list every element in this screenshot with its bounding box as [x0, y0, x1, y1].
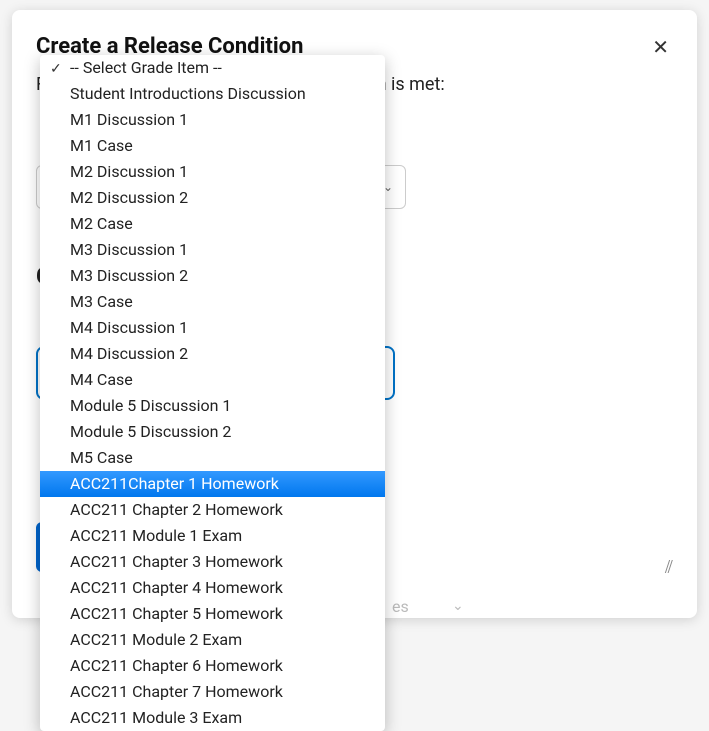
- dropdown-item-label: Module 5 Discussion 1: [70, 396, 231, 415]
- dropdown-item[interactable]: M4 Case: [40, 367, 385, 393]
- dropdown-item-label: M2 Discussion 1: [70, 162, 188, 181]
- dropdown-item-label: M5 Case: [70, 448, 133, 467]
- dropdown-item[interactable]: ACC211Chapter 1 Homework: [40, 471, 385, 497]
- dropdown-item[interactable]: M5 Case: [40, 445, 385, 471]
- grade-item-dropdown-list[interactable]: ✓ -- Select Grade Item -- Student Introd…: [40, 55, 385, 731]
- dropdown-item-label: ACC211 Chapter 3 Homework: [70, 552, 283, 571]
- dropdown-item-label: M4 Discussion 1: [70, 318, 188, 337]
- dropdown-item-label: M1 Discussion 1: [70, 110, 188, 129]
- dropdown-item-label: M2 Discussion 2: [70, 188, 188, 207]
- dropdown-item-label: M1 Case: [70, 136, 133, 155]
- close-icon: ✕: [652, 37, 669, 59]
- dropdown-item[interactable]: M2 Discussion 1: [40, 159, 385, 185]
- close-button[interactable]: ✕: [648, 34, 673, 62]
- footer-chevron-icon: ⌄: [452, 598, 464, 614]
- dropdown-item[interactable]: ACC211 Module 2 Exam: [40, 627, 385, 653]
- dropdown-item[interactable]: M3 Case: [40, 289, 385, 315]
- dropdown-item-label: ACC211 Module 1 Exam: [70, 526, 242, 545]
- dropdown-item[interactable]: M3 Discussion 2: [40, 263, 385, 289]
- dropdown-item-label: M2 Case: [70, 214, 133, 233]
- dropdown-item-label: -- Select Grade Item --: [70, 58, 222, 77]
- dropdown-item-label: M3 Case: [70, 292, 133, 311]
- dropdown-item[interactable]: ACC211 Chapter 3 Homework: [40, 549, 385, 575]
- dropdown-placeholder[interactable]: ✓ -- Select Grade Item --: [40, 55, 385, 81]
- dropdown-item-label: M4 Discussion 2: [70, 344, 188, 363]
- dropdown-item-label: Module 5 Discussion 2: [70, 422, 231, 441]
- check-icon: ✓: [50, 58, 62, 80]
- dropdown-item[interactable]: ACC211 Chapter 7 Homework: [40, 679, 385, 705]
- dropdown-item[interactable]: M2 Case: [40, 211, 385, 237]
- dropdown-item[interactable]: M2 Discussion 2: [40, 185, 385, 211]
- dropdown-item[interactable]: ACC211 Module 1 Exam: [40, 523, 385, 549]
- dropdown-item-label: ACC211 Chapter 5 Homework: [70, 604, 283, 623]
- dropdown-item-label: ACC211 Chapter 2 Homework: [70, 500, 283, 519]
- dropdown-item-label: ACC211 Chapter 4 Homework: [70, 578, 283, 597]
- footer-ghost-text: es: [392, 597, 409, 616]
- resize-handle-icon[interactable]: ⫽: [665, 557, 673, 578]
- dropdown-item-label: ACC211Chapter 1 Homework: [70, 474, 279, 493]
- dropdown-item-label: M3 Discussion 2: [70, 266, 188, 285]
- dropdown-item[interactable]: ACC211 Module 3 Exam: [40, 705, 385, 731]
- dropdown-item-label: ACC211 Chapter 7 Homework: [70, 682, 283, 701]
- dropdown-item[interactable]: Student Introductions Discussion: [40, 81, 385, 107]
- dropdown-item-label: M4 Case: [70, 370, 133, 389]
- dropdown-item[interactable]: ACC211 Chapter 4 Homework: [40, 575, 385, 601]
- dropdown-item[interactable]: M3 Discussion 1: [40, 237, 385, 263]
- dropdown-item[interactable]: Module 5 Discussion 1: [40, 393, 385, 419]
- dropdown-item[interactable]: Module 5 Discussion 2: [40, 419, 385, 445]
- dropdown-item[interactable]: M1 Case: [40, 133, 385, 159]
- dropdown-item-label: ACC211 Chapter 6 Homework: [70, 656, 283, 675]
- dropdown-item[interactable]: M1 Discussion 1: [40, 107, 385, 133]
- dropdown-item[interactable]: ACC211 Chapter 6 Homework: [40, 653, 385, 679]
- dropdown-item-label: ACC211 Module 3 Exam: [70, 708, 242, 727]
- dropdown-item[interactable]: M4 Discussion 2: [40, 341, 385, 367]
- dropdown-item-label: Student Introductions Discussion: [70, 84, 306, 103]
- dropdown-item-label: ACC211 Module 2 Exam: [70, 630, 242, 649]
- dropdown-item[interactable]: M4 Discussion 1: [40, 315, 385, 341]
- dropdown-item[interactable]: ACC211 Chapter 2 Homework: [40, 497, 385, 523]
- dropdown-item-label: M3 Discussion 1: [70, 240, 188, 259]
- dropdown-item[interactable]: ACC211 Chapter 5 Homework: [40, 601, 385, 627]
